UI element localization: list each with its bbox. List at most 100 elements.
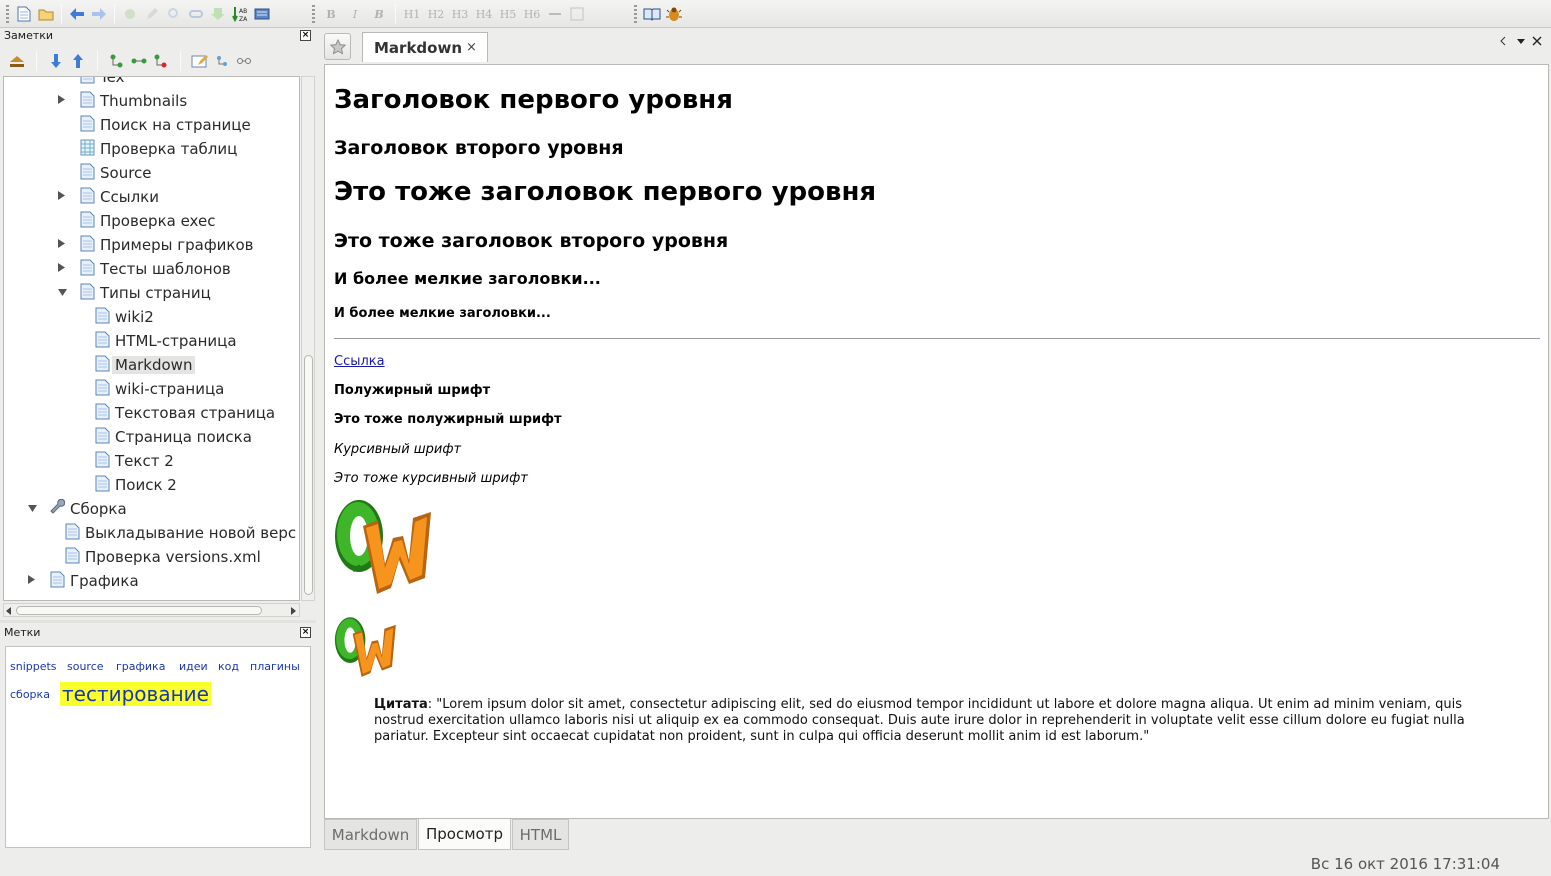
tree-item[interactable]: wiki-страница	[95, 377, 224, 401]
toolbar-grip[interactable]	[6, 5, 9, 23]
tree-item[interactable]: Проверка versions.xml	[65, 545, 261, 569]
notes-tree[interactable]: Tex Thumbnails Поиск на странице Проверка т…	[3, 76, 300, 601]
tree-item[interactable]: Проверка exec	[80, 209, 215, 233]
preview-content: Заголовок первого уровня Заголовок второ…	[324, 64, 1549, 819]
tree-item[interactable]: Примеры графиков	[58, 233, 253, 257]
tree-link-icon[interactable]	[211, 50, 233, 72]
bold-button[interactable]: B	[319, 3, 343, 25]
heading1-button[interactable]: H1	[400, 3, 424, 25]
scroll-left-arrow-icon[interactable]	[6, 607, 12, 615]
sample-link[interactable]: Ссылка	[334, 354, 385, 369]
tag-testirovanie[interactable]: тестирование	[60, 682, 211, 706]
sort-icon[interactable]: AB ZA	[229, 3, 251, 25]
toolbar-file-group: AB ZA	[4, 3, 273, 25]
bold-italic-button[interactable]: B	[367, 3, 391, 25]
eject-icon[interactable]	[6, 50, 28, 72]
keyboard-icon[interactable]	[251, 3, 273, 25]
find-icon[interactable]	[163, 3, 185, 25]
tree-item[interactable]: Thumbnails	[58, 89, 187, 113]
horizontal-rule-icon[interactable]	[544, 3, 566, 25]
tab-preview[interactable]: Просмотр	[418, 819, 511, 850]
tree-item[interactable]: Графика	[28, 569, 139, 593]
tab-markdown-source[interactable]: Markdown	[324, 819, 417, 850]
scroll-right-arrow-icon[interactable]	[291, 607, 297, 615]
tag-sborka[interactable]: сборка	[10, 688, 50, 701]
tree-item[interactable]: Ссылки	[58, 185, 159, 209]
tab-scroll-left-icon[interactable]	[1500, 36, 1506, 49]
open-folder-icon[interactable]	[35, 3, 57, 25]
horizontal-scroll-thumb[interactable]	[16, 606, 262, 615]
tag-idei[interactable]: идеи	[179, 660, 208, 673]
toolbar-grip[interactable]	[312, 5, 315, 23]
page-icon	[80, 187, 100, 208]
add-sibling-icon[interactable]	[128, 50, 150, 72]
tree-item[interactable]: Поиск на странице	[80, 113, 251, 137]
tree-item[interactable]: Поиск 2	[95, 473, 177, 497]
tree-vertical-scrollbar[interactable]	[301, 76, 315, 601]
notes-panel-close-icon[interactable]: ×	[300, 30, 311, 41]
back-arrow-icon[interactable]	[66, 3, 88, 25]
tree-item[interactable]: Source	[80, 161, 152, 185]
toolbar-grip[interactable]	[634, 5, 637, 23]
tab-list-dropdown-icon[interactable]	[1516, 36, 1526, 49]
tab-close-icon[interactable]: ×	[466, 40, 477, 55]
expand-arrow-right-icon[interactable]	[58, 239, 68, 251]
add-child-icon[interactable]	[106, 50, 128, 72]
tab-html[interactable]: HTML	[512, 819, 569, 850]
tree-item-label: HTML-страница	[115, 332, 237, 350]
heading5-button[interactable]: H5	[496, 3, 520, 25]
tree-item[interactable]: Markdown	[95, 353, 196, 377]
tree-horizontal-scrollbar[interactable]	[3, 603, 300, 617]
rename-icon[interactable]	[189, 50, 211, 72]
bookmark-star-icon[interactable]	[324, 33, 351, 60]
chain-icon[interactable]	[233, 50, 255, 72]
new-file-icon[interactable]	[13, 3, 35, 25]
heading6-button[interactable]: H6	[520, 3, 544, 25]
heading3-button[interactable]: H3	[448, 3, 472, 25]
image-icon[interactable]	[566, 3, 588, 25]
outwiker-logo-large	[335, 500, 431, 594]
tree-item[interactable]: wiki2	[95, 305, 154, 329]
vertical-scroll-thumb[interactable]	[304, 355, 313, 595]
tags-panel-close-icon[interactable]: ×	[300, 627, 311, 638]
link-icon[interactable]	[185, 3, 207, 25]
tree-item[interactable]: HTML-страница	[95, 329, 237, 353]
edit-pencil-icon[interactable]	[141, 3, 163, 25]
tree-item[interactable]: Тесты шаблонов	[58, 257, 231, 281]
heading2-button[interactable]: H2	[424, 3, 448, 25]
bug-icon[interactable]	[663, 3, 685, 25]
remove-page-icon[interactable]	[150, 50, 172, 72]
tree-item[interactable]: Tex	[80, 77, 124, 89]
tree-item[interactable]: Проверка таблиц	[80, 137, 237, 161]
tab-close-all-icon[interactable]	[1532, 36, 1542, 49]
expand-arrow-right-icon[interactable]	[58, 191, 68, 203]
tree-item[interactable]: Текстовая страница	[95, 401, 275, 425]
tree-item[interactable]: Текст 2	[95, 449, 174, 473]
page-icon	[95, 451, 115, 472]
add-page-icon[interactable]	[119, 3, 141, 25]
tag-kod[interactable]: код	[218, 660, 239, 673]
tab-markdown-page[interactable]: Markdown ×	[362, 32, 488, 62]
move-up-icon[interactable]	[67, 50, 89, 72]
tag-source[interactable]: source	[67, 660, 104, 673]
expand-arrow-right-icon[interactable]	[28, 575, 38, 587]
tag-plaginy[interactable]: плагины	[250, 660, 300, 673]
tree-item[interactable]: Страница поиска	[95, 425, 252, 449]
download-icon[interactable]	[207, 3, 229, 25]
move-down-icon[interactable]	[45, 50, 67, 72]
expand-arrow-right-icon[interactable]	[58, 263, 68, 275]
tag-grafika[interactable]: графика	[116, 660, 165, 673]
forward-arrow-icon[interactable]	[88, 3, 110, 25]
tag-snippets[interactable]: snippets	[10, 660, 57, 673]
expand-arrow-down-icon[interactable]	[58, 288, 68, 299]
heading-level1-b: Это тоже заголовок первого уровня	[334, 177, 877, 207]
tree-item[interactable]: Типы страниц	[58, 281, 211, 305]
tree-item[interactable]: Выкладывание новой верс	[65, 521, 296, 545]
panel-splitter[interactable]	[0, 620, 316, 623]
tree-item[interactable]: Сборка	[28, 497, 127, 521]
heading4-button[interactable]: H4	[472, 3, 496, 25]
book-icon[interactable]	[641, 3, 663, 25]
expand-arrow-right-icon[interactable]	[58, 95, 68, 107]
expand-arrow-down-icon[interactable]	[28, 504, 38, 515]
italic-button[interactable]: I	[343, 3, 367, 25]
